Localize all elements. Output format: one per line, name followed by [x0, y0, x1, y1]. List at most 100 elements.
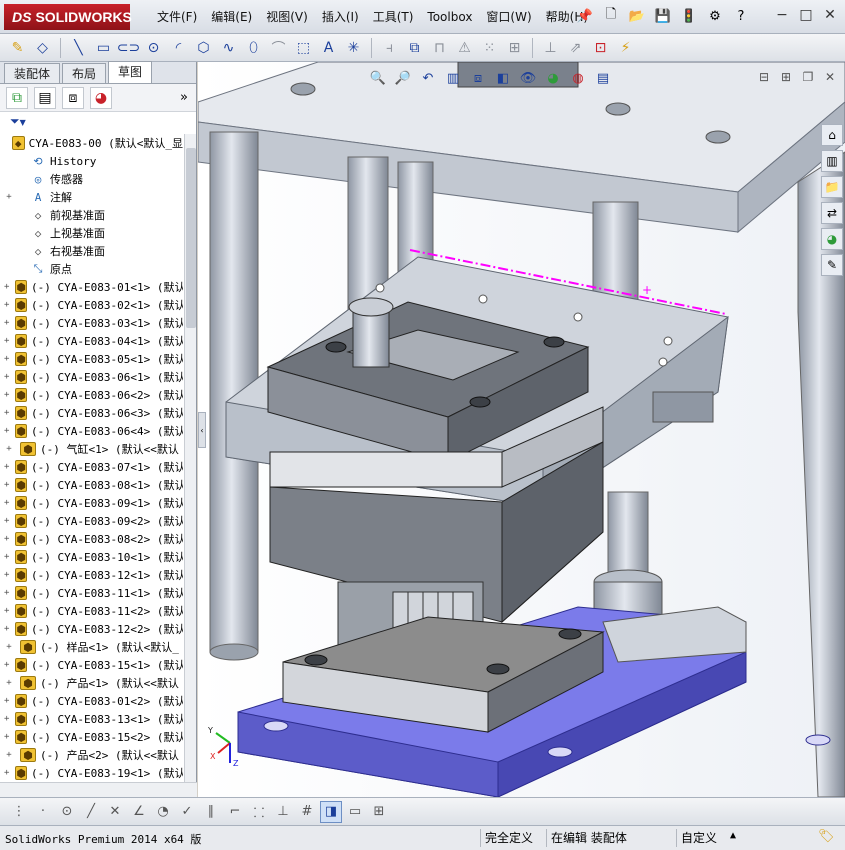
- view-settings-icon[interactable]: ▤: [593, 68, 613, 88]
- tree-expander[interactable]: +: [4, 678, 14, 688]
- circle-icon[interactable]: ⊙: [142, 37, 165, 59]
- tree-expander[interactable]: +: [4, 480, 9, 490]
- close-icon[interactable]: ✕: [821, 6, 839, 24]
- slot-icon[interactable]: ⊂⊃: [117, 37, 140, 59]
- model-viewport-canvas[interactable]: +: [198, 62, 845, 797]
- tree-expander[interactable]: +: [4, 660, 9, 670]
- open-folder-icon[interactable]: 📂: [627, 6, 647, 26]
- menu-tools[interactable]: 工具(T): [366, 0, 421, 34]
- tree-expander[interactable]: +: [4, 552, 9, 562]
- tree-node[interactable]: ⟲ History: [0, 152, 183, 170]
- tree-component[interactable]: + ⬢ (-) CYA-E083-01<2> (默认: [0, 692, 183, 710]
- tab-layout[interactable]: 布局: [62, 63, 107, 83]
- tree-expander[interactable]: +: [4, 534, 9, 544]
- tree-component[interactable]: + ⬢ (-) 产品<1> (默认<<默认: [0, 674, 183, 692]
- point-icon[interactable]: ✳: [342, 37, 365, 59]
- spline-icon[interactable]: ∿: [217, 37, 240, 59]
- tree-expander[interactable]: +: [4, 498, 9, 508]
- tree-component[interactable]: + ⬢ (-) CYA-E083-01<1> (默认: [0, 278, 183, 296]
- circle-icon[interactable]: ⊙: [56, 801, 78, 823]
- tree-expander[interactable]: +: [4, 354, 9, 364]
- tree-expander[interactable]: +: [4, 750, 14, 760]
- tree-expander[interactable]: +: [4, 696, 9, 706]
- table-view-icon[interactable]: ⊞: [368, 801, 390, 823]
- tree-expander[interactable]: +: [4, 516, 9, 526]
- status-units[interactable]: 自定义: [676, 829, 721, 847]
- trim-icon[interactable]: ⫞: [378, 37, 401, 59]
- line-icon[interactable]: ╲: [67, 37, 90, 59]
- scrollbar-thumb[interactable]: [186, 148, 196, 328]
- maximize-icon[interactable]: □: [797, 6, 815, 24]
- more-tabs-icon[interactable]: »: [180, 90, 188, 105]
- tree-component[interactable]: + ⬢ (-) CYA-E083-19<1> (默认: [0, 764, 183, 782]
- tree-node[interactable]: ◎ 传感器: [0, 170, 183, 188]
- tree-expander[interactable]: +: [4, 642, 14, 652]
- tree-component[interactable]: + ⬢ (-) CYA-E083-06<1> (默认: [0, 368, 183, 386]
- tree-component[interactable]: + ⬢ (-) CYA-E083-06<4> (默认: [0, 422, 183, 440]
- custom-properties-icon[interactable]: ✎: [821, 254, 843, 276]
- mirror-icon[interactable]: ⚠: [453, 37, 476, 59]
- apply-scene-icon[interactable]: ◍: [568, 68, 588, 88]
- tree-node[interactable]: ◇ 右视基准面: [0, 242, 183, 260]
- tree-expander[interactable]: +: [4, 300, 9, 310]
- property-manager-icon[interactable]: ▤: [34, 86, 56, 109]
- sketch-icon[interactable]: ✎: [6, 37, 29, 59]
- filter-icon[interactable]: ⏷: [10, 114, 20, 128]
- tree-component[interactable]: + ⬢ (-) CYA-E083-09<1> (默认: [0, 494, 183, 512]
- repair-sketch-icon[interactable]: ⇗: [564, 37, 587, 59]
- tab-assembly[interactable]: 装配体: [4, 63, 61, 83]
- tree-component[interactable]: + ⬢ (-) CYA-E083-06<3> (默认: [0, 404, 183, 422]
- tree-component[interactable]: + ⬢ (-) CYA-E083-12<1> (默认: [0, 566, 183, 584]
- options-gear-icon[interactable]: ⚙: [705, 6, 725, 26]
- offset-icon[interactable]: ⊓: [428, 37, 451, 59]
- tree-component[interactable]: + ⬢ (-) CYA-E083-05<1> (默认: [0, 350, 183, 368]
- tree-component[interactable]: + ⬢ (-) CYA-E083-12<2> (默认: [0, 620, 183, 638]
- quick-snaps-icon[interactable]: ⊡: [589, 37, 612, 59]
- parallel-icon[interactable]: ∥: [200, 801, 222, 823]
- convert-entities-icon[interactable]: ⧉: [403, 37, 426, 59]
- corner-icon[interactable]: ⌐: [224, 801, 246, 823]
- tree-expander[interactable]: +: [4, 192, 14, 202]
- tree-horizontal-scrollbar[interactable]: [0, 782, 197, 797]
- tree-expander[interactable]: +: [4, 426, 9, 436]
- tree-expander[interactable]: +: [4, 372, 9, 382]
- tree-component[interactable]: + ⬢ (-) 产品<2> (默认<<默认: [0, 746, 183, 764]
- menu-view[interactable]: 视图(V): [259, 0, 315, 34]
- polygon-icon[interactable]: ⬡: [192, 37, 215, 59]
- tree-component[interactable]: + ⬢ (-) CYA-E083-04<1> (默认: [0, 332, 183, 350]
- tree-expander[interactable]: +: [4, 768, 9, 778]
- feature-manager-icon[interactable]: ⧉: [6, 86, 28, 109]
- tree-expander[interactable]: +: [4, 408, 9, 418]
- point-icon[interactable]: ·: [32, 801, 54, 823]
- panel-collapse-handle[interactable]: ‹: [198, 412, 206, 448]
- tree-expander[interactable]: +: [4, 444, 14, 454]
- grid-icon[interactable]: #: [296, 801, 318, 823]
- display-manager-icon[interactable]: ◕: [90, 86, 112, 109]
- fillet-icon[interactable]: ⌒: [267, 37, 290, 59]
- zoom-to-area-icon[interactable]: 🔎: [393, 68, 413, 88]
- text-icon[interactable]: A: [317, 37, 340, 59]
- tree-component[interactable]: + ⬢ (-) 气缸<1> (默认<<默认: [0, 440, 183, 458]
- close-document-icon[interactable]: ✕: [823, 70, 837, 84]
- tree-component[interactable]: + ⬢ (-) CYA-E083-15<1> (默认: [0, 656, 183, 674]
- 3d-view-icon[interactable]: ◨: [320, 800, 342, 823]
- tree-component[interactable]: + ⬢ (-) CYA-E083-02<1> (默认: [0, 296, 183, 314]
- tree-component[interactable]: + ⬢ (-) CYA-E083-10<1> (默认: [0, 548, 183, 566]
- menu-file[interactable]: 文件(F): [150, 0, 204, 34]
- panel-view-icon[interactable]: ▭: [344, 801, 366, 823]
- pin-icon[interactable]: 📌: [575, 6, 595, 26]
- tree-expander[interactable]: +: [4, 714, 9, 724]
- tree-root[interactable]: ◆ CYA-E083-00 (默认<默认_显: [0, 134, 183, 152]
- tree-expander[interactable]: +: [4, 282, 9, 292]
- previous-view-icon[interactable]: ↶: [418, 68, 438, 88]
- hide-show-items-icon[interactable]: 👁: [518, 68, 538, 88]
- tree-expander[interactable]: +: [4, 462, 9, 472]
- tree-component[interactable]: + ⬢ (-) CYA-E083-08<1> (默认: [0, 476, 183, 494]
- menu-insert[interactable]: 插入(I): [315, 0, 366, 34]
- split-vertical-icon[interactable]: ⊞: [779, 70, 793, 84]
- tree-component[interactable]: + ⬢ (-) CYA-E083-08<2> (默认: [0, 530, 183, 548]
- grid-snap-icon[interactable]: ⸬: [248, 801, 270, 823]
- appearances-icon[interactable]: ◕: [821, 228, 843, 250]
- tree-component[interactable]: + ⬢ (-) CYA-E083-11<1> (默认: [0, 584, 183, 602]
- save-icon[interactable]: 💾: [653, 6, 673, 26]
